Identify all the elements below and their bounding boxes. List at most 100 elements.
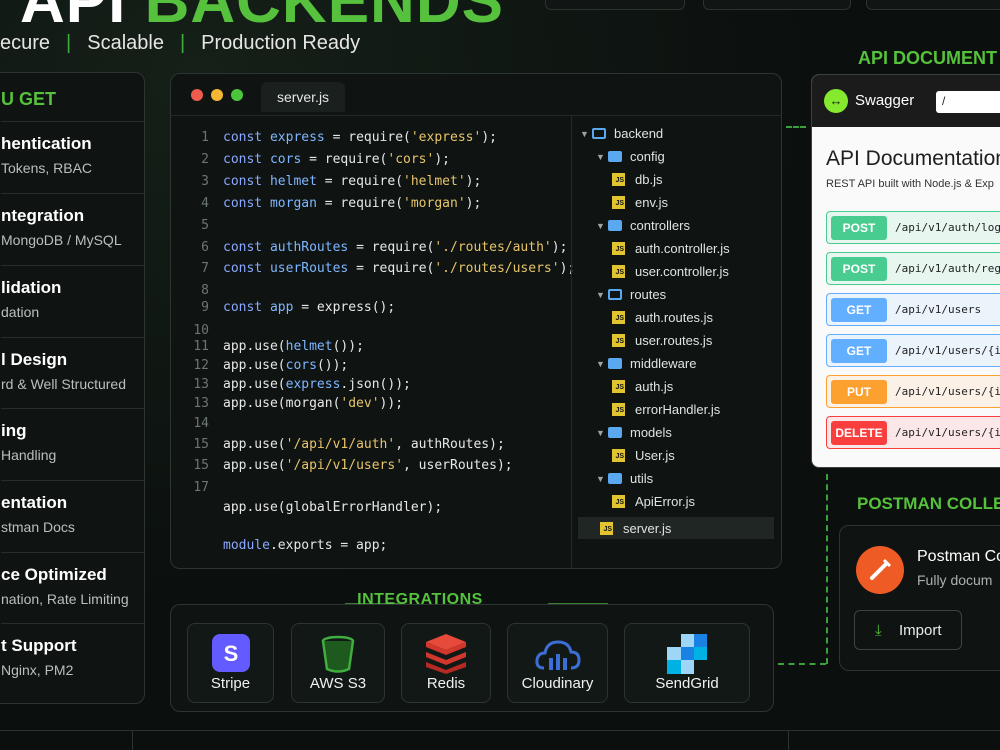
code-token: 'express': [410, 130, 482, 145]
integration-stripe[interactable]: S Stripe: [187, 623, 274, 703]
code-token: morgan: [269, 196, 317, 211]
feature-desc: nation, Rate Limiting: [1, 591, 129, 607]
aws-s3-bucket-icon: [321, 635, 355, 673]
tree-file[interactable]: JS ApiError.js: [612, 494, 695, 509]
endpoint-path: /api/v1/auth/registe: [895, 262, 1000, 275]
tab-server-js[interactable]: server.js: [261, 82, 345, 112]
chevron-down-icon[interactable]: ▼: [596, 359, 608, 369]
line-number: 7: [201, 261, 209, 276]
chevron-down-icon[interactable]: ▼: [596, 474, 608, 484]
tree-folder[interactable]: ▼ models: [596, 425, 672, 440]
http-method-badge: GET: [831, 298, 887, 322]
tree-file[interactable]: JS user.routes.js: [612, 333, 712, 348]
tree-file[interactable]: JS errorHandler.js: [612, 402, 720, 417]
endpoint-row[interactable]: POST/api/v1/auth/login: [826, 211, 1000, 244]
feature-title: ntegration: [1, 206, 85, 225]
code-line: 14: [185, 416, 223, 431]
hero-title-green: BACKENDS: [144, 0, 504, 36]
chevron-down-icon[interactable]: ▼: [596, 290, 608, 300]
feature-item: l Design rd & Well Structured: [1, 337, 144, 392]
code-token: const: [223, 152, 270, 167]
feature-desc: Nginx, PM2: [1, 662, 74, 678]
cloudinary-icon: [534, 640, 581, 670]
line-number: 10: [193, 323, 209, 338]
endpoint-row[interactable]: GET/api/v1/users: [826, 293, 1000, 326]
chevron-down-icon[interactable]: ▼: [580, 129, 592, 139]
tree-item-label: auth.js: [635, 379, 674, 394]
maximize-window-icon[interactable]: [231, 89, 243, 101]
line-number: 4: [201, 196, 209, 211]
integration-aws-s3[interactable]: AWS S3: [291, 623, 385, 703]
tree-folder[interactable]: ▼ controllers: [596, 218, 690, 233]
code-token: ());: [316, 358, 349, 373]
tree-file[interactable]: JS auth.controller.js: [612, 241, 730, 256]
endpoint-row[interactable]: DELETE/api/v1/users/{id}: [826, 416, 1000, 449]
integration-cloudinary[interactable]: Cloudinary: [507, 623, 608, 703]
js-file-icon: JS: [612, 196, 625, 209]
feature-title: ce Optimized: [1, 565, 107, 584]
download-icon: ⤓: [875, 622, 882, 639]
tree-file[interactable]: JS user.controller.js: [612, 264, 729, 279]
import-button[interactable]: ⤓ Import: [854, 610, 962, 650]
swagger-url-input[interactable]: /: [936, 91, 1000, 113]
integration-sendgrid[interactable]: SendGrid: [624, 623, 750, 703]
code-token: const: [223, 130, 270, 145]
folder-icon: [608, 151, 622, 162]
code-token: , authRoutes);: [395, 437, 505, 452]
svg-text:S: S: [223, 641, 238, 666]
feature-title: l Design: [1, 350, 68, 369]
integration-redis[interactable]: Redis: [401, 623, 491, 703]
code-token: , userRoutes);: [403, 458, 513, 473]
folder-icon: [608, 427, 622, 438]
js-file-icon: JS: [612, 380, 625, 393]
chevron-down-icon[interactable]: ▼: [596, 428, 608, 438]
tree-file[interactable]: JS env.js: [612, 195, 668, 210]
tree-folder[interactable]: ▼ routes: [596, 287, 666, 302]
tree-item-label: User.js: [635, 448, 675, 463]
feature-desc: dation: [1, 304, 40, 320]
tree-file[interactable]: JS User.js: [612, 448, 675, 463]
postman-logo-icon: [856, 546, 904, 594]
code-token: authRoutes: [269, 240, 349, 255]
http-method-badge: PUT: [831, 380, 887, 404]
code-editor: server.js 1 const express = require('expr…: [170, 73, 782, 569]
tree-item-label: models: [630, 425, 672, 440]
code-line: 5: [185, 218, 223, 233]
chevron-down-icon[interactable]: ▼: [596, 221, 608, 231]
postman-title: Postman Co: [917, 548, 1000, 565]
code-token: app.use(: [223, 377, 286, 392]
integration-label: Stripe: [210, 675, 251, 692]
endpoint-row[interactable]: POST/api/v1/auth/registe: [826, 252, 1000, 285]
minimize-window-icon[interactable]: [211, 89, 223, 101]
endpoint-row[interactable]: GET/api/v1/users/{id}: [826, 334, 1000, 367]
tree-item-label: controllers: [630, 218, 690, 233]
code-token: const: [223, 300, 270, 315]
tree-folder[interactable]: ▼ middleware: [596, 356, 696, 371]
code-token: app: [269, 300, 294, 315]
code-line: 15 app.use('/api/v1/users', userRoutes);: [185, 458, 513, 473]
tagline-separator: |: [179, 32, 186, 54]
tree-item-label: auth.routes.js: [635, 310, 714, 325]
js-file-icon: JS: [612, 449, 625, 462]
endpoint-row[interactable]: PUT/api/v1/users/{id}: [826, 375, 1000, 408]
stripe-icon: S: [211, 634, 250, 672]
endpoint-path: /api/v1/users/{id}: [895, 385, 1000, 398]
feature-item: ing Handling: [1, 408, 144, 463]
js-file-icon: JS: [612, 265, 625, 278]
tree-file[interactable]: JS db.js: [612, 172, 662, 187]
feature-item: ce Optimized nation, Rate Limiting: [1, 552, 144, 607]
feature-item: ntegration MongoDB / MySQL: [1, 193, 144, 248]
tree-folder[interactable]: ▼ config: [596, 149, 665, 164]
tree-file[interactable]: JS auth.js: [612, 379, 673, 394]
tree-file[interactable]: JS auth.routes.js: [612, 310, 713, 325]
postman-subtitle: Fully docum: [917, 572, 993, 588]
tree-folder[interactable]: ▼ backend: [580, 126, 663, 141]
close-window-icon[interactable]: [191, 89, 203, 101]
code-token: = require(: [316, 174, 404, 189]
swagger-subtitle: REST API built with Node.js & Exp: [826, 178, 994, 190]
code-token: app.use(: [223, 358, 286, 373]
tree-folder[interactable]: ▼ utils: [596, 471, 653, 486]
chevron-down-icon[interactable]: ▼: [596, 152, 608, 162]
tree-file[interactable]: JS server.js: [578, 517, 774, 539]
